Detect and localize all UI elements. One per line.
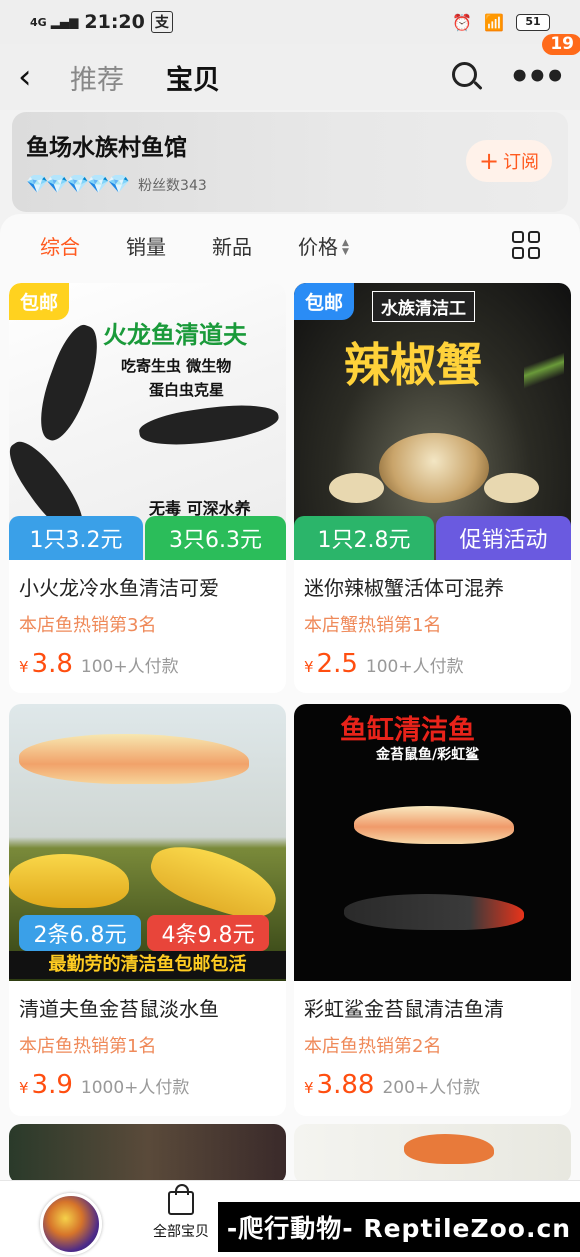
status-bar: 4G ▂▄▆ 21:20 支 ⏰ 📶 51 xyxy=(0,0,580,44)
diamond-rating: 💎💎💎💎💎 xyxy=(26,174,130,195)
plant-leaves xyxy=(524,293,564,463)
more-icon[interactable]: ••• 19 xyxy=(509,34,580,94)
product-rank: 本店鱼热销第2名 xyxy=(304,1036,442,1057)
product-card[interactable]: 鱼缸清洁鱼 金苔鼠鱼/彩虹鲨 彩虹鲨金苔鼠清洁鱼清 本店鱼热销第2名 ¥ 3.8… xyxy=(294,704,571,1116)
product-card[interactable]: 2条6.8元 4条9.8元 最勤劳的清洁鱼包邮包活 清道夫鱼金苔鼠淡水鱼 本店鱼… xyxy=(9,704,286,1116)
search-icon[interactable] xyxy=(451,61,483,93)
watermark: -爬行動物- ReptileZoo.cn xyxy=(218,1202,580,1252)
product-title[interactable]: 小火龙冷水鱼清洁可爱 xyxy=(9,560,286,601)
image-headline: 鱼缸清洁鱼 xyxy=(340,715,475,746)
free-shipping-tag: 包邮 xyxy=(9,283,70,320)
fish-illustration xyxy=(9,854,129,908)
bundle-price-tag: 3只6.3元 xyxy=(145,516,286,560)
fish-illustration xyxy=(354,806,514,844)
image-headline: 火龙鱼清道夫 xyxy=(103,321,247,349)
image-caption: 金苔鼠鱼/彩虹鲨 xyxy=(376,747,480,763)
bundle-price-tag: 1只3.2元 xyxy=(9,516,143,560)
signal-icon: ▂▄▆ xyxy=(50,15,79,29)
tab-items[interactable]: 宝贝 xyxy=(166,58,220,97)
image-banner: 最勤劳的清洁鱼包邮包活 xyxy=(9,951,286,979)
fans-count: 粉丝数343 xyxy=(138,177,207,194)
shop-avatar[interactable] xyxy=(40,1193,102,1255)
product-image[interactable]: 2条6.8元 4条9.8元 最勤劳的清洁鱼包邮包活 xyxy=(9,704,286,981)
product-rank: 本店鱼热销第1名 xyxy=(19,1036,157,1057)
sort-arrows-icon: ▲ ▼ xyxy=(342,238,349,257)
product-card[interactable]: 水族清洁工 辣椒蟹 包邮 1只2.8元 促销活动 迷你辣椒蟹活体可混养 本店蟹热… xyxy=(294,283,571,693)
product-price: 3.88 xyxy=(316,1070,375,1100)
newt-illustration xyxy=(29,319,109,447)
product-card-partial[interactable] xyxy=(9,1124,286,1184)
all-items-button[interactable]: 全部宝贝 xyxy=(148,1184,214,1241)
bundle-price-tag: 4条9.8元 xyxy=(147,915,269,951)
sold-count: 100+人付款 xyxy=(365,657,464,677)
promotion-tag: 促销活动 xyxy=(436,516,571,560)
image-headline: 辣椒蟹 xyxy=(344,338,482,392)
network-indicator: 4G xyxy=(30,15,47,29)
back-icon[interactable]: ‹ xyxy=(18,60,58,94)
currency-symbol: ¥ xyxy=(304,1079,314,1097)
free-shipping-tag: 包邮 xyxy=(294,283,355,320)
bundle-price-tag: 2条6.8元 xyxy=(19,915,141,951)
price-row: ¥ 3.9 1000+人付款 xyxy=(9,1058,286,1100)
clock: 21:20 xyxy=(84,11,145,33)
grid-view-icon[interactable] xyxy=(512,231,540,259)
sort-price-label: 价格 xyxy=(298,234,338,259)
sort-sales[interactable]: 销量 xyxy=(126,231,166,260)
currency-symbol: ¥ xyxy=(19,1079,29,1097)
price-row: ¥ 2.5 100+人付款 xyxy=(294,637,571,679)
product-image[interactable]: 火龙鱼清道夫 吃寄生虫 微生物 蛋白虫克星 无毒 可深水养 包邮 1只3.2元 … xyxy=(9,283,286,560)
fish-illustration xyxy=(19,734,249,784)
product-image[interactable]: 水族清洁工 辣椒蟹 包邮 1只2.8元 促销活动 xyxy=(294,283,571,560)
notification-app-icon: 支 xyxy=(150,11,173,33)
shopping-bag-icon xyxy=(168,1184,194,1215)
product-title[interactable]: 彩虹鲨金苔鼠清洁鱼清 xyxy=(294,981,571,1022)
top-nav: ‹ 推荐 宝贝 ••• 19 xyxy=(0,34,580,110)
sold-count: 100+人付款 xyxy=(80,657,179,677)
product-price: 3.9 xyxy=(31,1070,73,1100)
image-caption: 吃寄生虫 微生物 xyxy=(121,357,232,375)
currency-symbol: ¥ xyxy=(304,658,314,676)
shop-header[interactable]: 鱼场水族村鱼馆 💎💎💎💎💎 粉丝数343 + 订阅 xyxy=(12,112,568,212)
subscribe-button[interactable]: + 订阅 xyxy=(466,140,552,182)
currency-symbol: ¥ xyxy=(19,658,29,676)
tab-recommend[interactable]: 推荐 xyxy=(70,58,124,97)
product-card-partial[interactable] xyxy=(294,1124,571,1184)
price-row: ¥ 3.8 100+人付款 xyxy=(9,637,286,679)
product-rank: 本店蟹热销第1名 xyxy=(304,615,442,636)
sold-count: 200+人付款 xyxy=(382,1078,481,1098)
message-count-badge: 19 xyxy=(542,34,580,55)
crab-claw xyxy=(484,473,539,503)
product-price: 3.8 xyxy=(31,649,73,679)
alarm-icon: ⏰ xyxy=(452,12,473,32)
image-banner: 水族清洁工 xyxy=(372,291,475,322)
fish-illustration xyxy=(404,1134,494,1164)
battery-icon: 51 xyxy=(516,13,550,31)
bundle-price-tag: 1只2.8元 xyxy=(294,516,434,560)
sold-count: 1000+人付款 xyxy=(80,1078,190,1098)
product-rank: 本店鱼热销第3名 xyxy=(19,615,157,636)
fish-illustration xyxy=(143,835,285,927)
subscribe-label: 订阅 xyxy=(503,152,540,173)
sort-price[interactable]: 价格 ▲ ▼ xyxy=(298,231,349,260)
product-price: 2.5 xyxy=(316,649,358,679)
sort-comprehensive[interactable]: 综合 xyxy=(40,231,80,260)
newt-illustration xyxy=(137,398,281,452)
crab-claw xyxy=(329,473,384,503)
crab-illustration xyxy=(379,433,489,503)
price-row: ¥ 3.88 200+人付款 xyxy=(294,1058,571,1100)
product-image[interactable]: 鱼缸清洁鱼 金苔鼠鱼/彩虹鲨 xyxy=(294,704,571,981)
wifi-icon: 📶 xyxy=(484,12,504,32)
sort-new[interactable]: 新品 xyxy=(212,231,252,260)
image-banner-text: 水族清洁工 xyxy=(381,299,466,319)
fish-illustration xyxy=(344,894,524,930)
product-title[interactable]: 清道夫鱼金苔鼠淡水鱼 xyxy=(9,981,286,1022)
plus-icon: + xyxy=(478,147,500,175)
product-card[interactable]: 火龙鱼清道夫 吃寄生虫 微生物 蛋白虫克星 无毒 可深水养 包邮 1只3.2元 … xyxy=(9,283,286,693)
image-caption: 蛋白虫克星 xyxy=(149,381,225,399)
product-title[interactable]: 迷你辣椒蟹活体可混养 xyxy=(294,560,571,601)
sort-bar: 综合 销量 新品 价格 ▲ ▼ xyxy=(0,214,580,276)
all-items-label: 全部宝贝 xyxy=(153,1224,209,1240)
